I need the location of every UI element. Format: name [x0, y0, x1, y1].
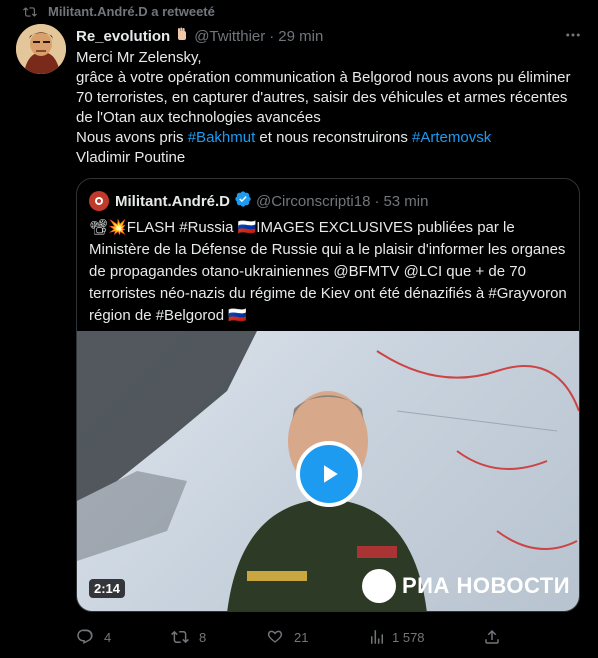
tweet-time[interactable]: 29 min — [278, 28, 323, 45]
retweet-button[interactable]: 8 — [171, 628, 206, 646]
retweet-indicator: Militant.André.D a retweeté — [23, 4, 215, 19]
play-icon — [324, 465, 338, 483]
like-button[interactable]: 21 — [266, 628, 308, 646]
author-handle[interactable]: @Twitthier — [194, 28, 265, 45]
hashtag-link[interactable]: #Bakhmut — [188, 129, 256, 146]
hashtag-link[interactable]: #Artemovsk — [412, 129, 491, 146]
retweet-label[interactable]: Militant.André.D a retweeté — [48, 4, 215, 19]
ria-watermark-text: РИА НОВОСТИ — [402, 573, 571, 598]
views-count: 1 578 — [392, 629, 425, 645]
author-name[interactable]: Re_evolution — [76, 28, 170, 45]
quoted-author-handle[interactable]: @Circonscripti18 — [256, 193, 370, 210]
views-chart-icon — [371, 630, 383, 644]
views-button[interactable]: 1 578 — [368, 628, 425, 646]
tweet-text: Merci Mr Zelensky, grâce à votre opérati… — [76, 48, 584, 168]
heart-icon — [267, 630, 283, 643]
avatar[interactable] — [16, 24, 66, 74]
tweet-line: grâce à votre opération communication à … — [76, 69, 571, 126]
tweet-header: Re_evolution @Twitthier · 29 min — [76, 26, 582, 46]
quoted-tweet[interactable]: Militant.André.D @Circonscripti18 · 53 m… — [76, 178, 580, 612]
ria-logo-icon — [362, 569, 396, 603]
ria-novosti-logo: РИА НОВОСТИ — [362, 569, 570, 603]
retweet-icon — [22, 5, 38, 19]
quoted-author-name[interactable]: Militant.André.D — [115, 193, 230, 210]
video-player[interactable]: 2:14 РИА НОВОСТИ — [77, 331, 579, 611]
reply-count: 4 — [104, 629, 112, 645]
quoted-tweet-text: 📽💥FLASH #Russia 🇷🇺IMAGES EXCLUSIVES publ… — [89, 219, 567, 324]
raised-fist-emoji-icon — [174, 26, 190, 46]
share-icon — [485, 629, 499, 644]
verified-badge-icon — [234, 190, 252, 212]
quoted-avatar — [89, 191, 109, 211]
tweet-text-segment: et nous reconstruirons — [255, 129, 413, 146]
reply-icon — [77, 629, 93, 645]
tweet-actions: 4 8 21 1 578 — [76, 628, 516, 648]
quoted-time[interactable]: 53 min — [383, 193, 428, 210]
more-options-icon[interactable] — [564, 26, 582, 49]
share-button[interactable] — [483, 628, 501, 646]
tweet-line: Vladimir Poutine — [76, 149, 186, 166]
tweet-line: Merci Mr Zelensky, — [76, 49, 202, 66]
like-count: 21 — [294, 629, 309, 645]
separator-dot: · — [374, 192, 380, 210]
retweet-count: 8 — [199, 629, 207, 645]
video-duration: 2:14 — [89, 579, 126, 598]
play-button[interactable] — [296, 441, 362, 507]
reply-button[interactable]: 4 — [76, 628, 111, 646]
quoted-tweet-header: Militant.André.D @Circonscripti18 · 53 m… — [89, 191, 428, 211]
separator-dot: · — [269, 27, 275, 45]
tweet-line: Nous avons pris #Bakhmut et nous reconst… — [76, 128, 584, 148]
tweet-text-segment: Nous avons pris — [76, 129, 188, 146]
retweet-icon — [171, 630, 189, 644]
